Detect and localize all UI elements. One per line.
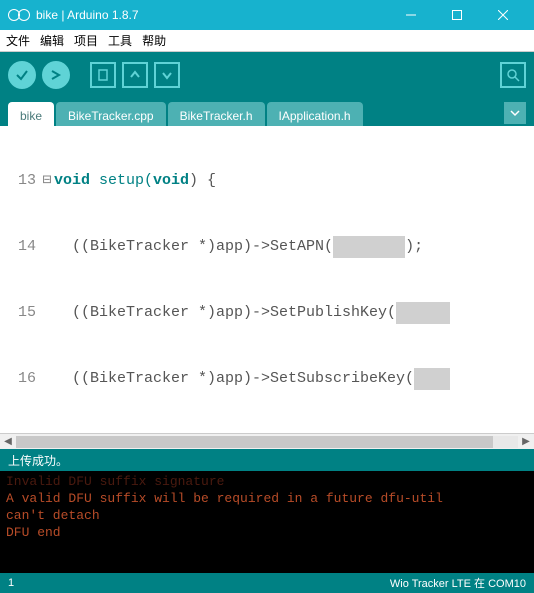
footer-board-info: Wio Tracker LTE 在 COM10 [390,575,526,591]
scroll-left-icon[interactable]: ◀ [0,436,16,447]
new-button[interactable] [90,62,116,88]
menu-project[interactable]: 项目 [74,32,98,49]
redacted-text [414,368,450,390]
arrow-up-icon [128,68,142,82]
tab-biketracker-cpp[interactable]: BikeTracker.cpp [56,102,166,126]
window-title: bike | Arduino 1.8.7 [36,8,388,22]
console-line: DFU end [6,524,528,541]
menu-tools[interactable]: 工具 [108,32,132,49]
tab-iapplication-h[interactable]: IApplication.h [267,102,363,126]
footer-bar: 1 Wio Tracker LTE 在 COM10 [0,573,534,593]
console-line: A valid DFU suffix will be required in a… [6,490,528,507]
arrow-down-icon [160,68,174,82]
redacted-text [396,302,450,324]
line-number: 16 [0,368,40,390]
line-number: 15 [0,302,40,324]
minimize-button[interactable] [388,0,434,30]
console-line: can't detach [6,507,528,524]
check-icon [15,68,29,82]
maximize-icon [452,10,462,20]
arrow-right-icon [49,68,63,82]
line-number: 14 [0,236,40,258]
menubar: 文件 编辑 项目 工具 帮助 [0,30,534,52]
footer-line-number: 1 [8,577,14,589]
maximize-button[interactable] [434,0,480,30]
titlebar: bike | Arduino 1.8.7 [0,0,534,30]
minimize-icon [406,10,416,20]
menu-edit[interactable]: 编辑 [40,32,64,49]
new-file-icon [96,68,110,82]
toolbar [0,52,534,98]
close-button[interactable] [480,0,526,30]
upload-button[interactable] [42,61,70,89]
magnifier-icon [506,68,520,82]
open-button[interactable] [122,62,148,88]
line-number: 13 [0,170,40,192]
status-message: 上传成功。 [8,454,68,468]
chevron-down-icon [510,108,520,118]
fold-icon[interactable]: ⊟ [40,170,54,192]
save-button[interactable] [154,62,180,88]
code-area[interactable]: 13⊟void setup(void) { 14 ((BikeTracker *… [0,126,534,433]
arduino-logo-icon [8,8,30,22]
verify-button[interactable] [8,61,36,89]
menu-help[interactable]: 帮助 [142,32,166,49]
scrollbar-thumb[interactable] [16,436,493,448]
menu-file[interactable]: 文件 [6,32,30,49]
console-line: Invalid DFU suffix signature [6,473,528,490]
serial-monitor-button[interactable] [500,62,526,88]
tab-biketracker-h[interactable]: BikeTracker.h [168,102,265,126]
tab-bike[interactable]: bike [8,102,54,126]
tab-menu-button[interactable] [504,102,526,124]
tabbar: bike BikeTracker.cpp BikeTracker.h IAppl… [0,98,534,126]
code-editor[interactable]: 13⊟void setup(void) { 14 ((BikeTracker *… [0,126,534,449]
status-bar: 上传成功。 [0,449,534,471]
close-icon [498,10,508,20]
horizontal-scrollbar[interactable]: ◀ ▶ [0,433,534,449]
console-output[interactable]: Invalid DFU suffix signatureA valid DFU … [0,471,534,573]
scroll-right-icon[interactable]: ▶ [518,436,534,447]
redacted-text [333,236,405,258]
